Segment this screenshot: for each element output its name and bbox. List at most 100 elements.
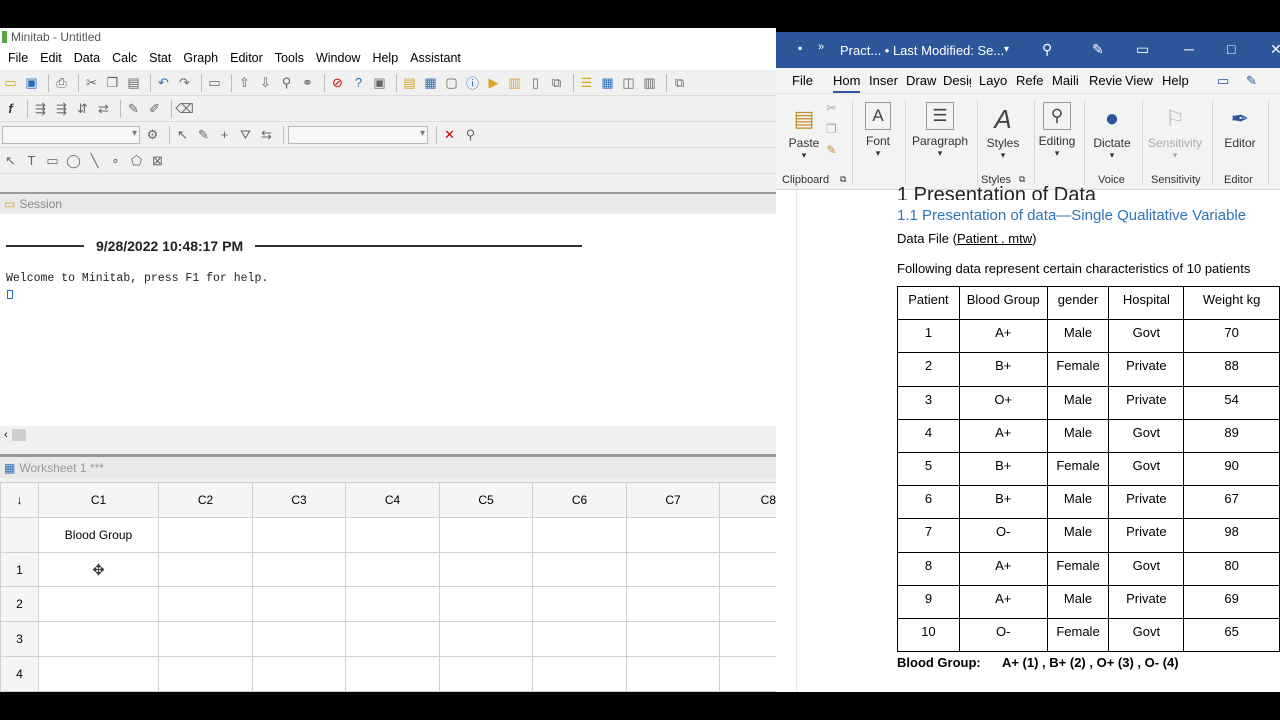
open-icon[interactable]: ▭ xyxy=(2,74,19,91)
worksheet-cell[interactable] xyxy=(626,621,720,658)
tab-view[interactable]: View xyxy=(1125,73,1153,88)
insert-rows-icon[interactable]: ⇶ xyxy=(53,100,70,117)
new-sheet-icon[interactable]: ▯ xyxy=(527,74,544,91)
col-name-c7[interactable] xyxy=(626,516,720,553)
menu-edit[interactable]: Edit xyxy=(40,51,62,65)
worksheet-cell[interactable] xyxy=(38,621,159,658)
worksheet-cell[interactable] xyxy=(345,621,440,658)
worksheet-cell[interactable] xyxy=(252,656,346,692)
col-name-c6[interactable] xyxy=(532,516,627,553)
tab-review[interactable]: Revie xyxy=(1089,73,1122,88)
help-icon[interactable]: ? xyxy=(350,74,367,91)
worksheet-cell[interactable] xyxy=(345,656,440,692)
edit-last-dialog-icon[interactable]: ▭ xyxy=(206,74,223,91)
minimize-icon[interactable]: ─ xyxy=(1184,41,1194,57)
worksheet-cell[interactable] xyxy=(345,551,440,588)
quick-access-chevron-icon[interactable]: » xyxy=(818,41,824,53)
layout-icon[interactable]: ☰ xyxy=(578,74,595,91)
menu-editor[interactable]: Editor xyxy=(230,51,263,65)
worksheet-cell[interactable] xyxy=(626,586,720,623)
tile-icon[interactable]: ▦ xyxy=(599,74,616,91)
tab-insert[interactable]: Inser xyxy=(869,73,898,88)
col-name-c8[interactable] xyxy=(719,516,776,553)
col-header-c6[interactable]: C6 xyxy=(532,482,627,518)
format-painter-icon[interactable]: ✎ xyxy=(826,140,837,161)
paste-icon[interactable]: ▤ xyxy=(125,74,142,91)
col-header-c8[interactable]: C8 xyxy=(719,482,776,518)
insert-cells-icon[interactable]: ⇶ xyxy=(32,100,49,117)
col-name-c2[interactable] xyxy=(158,516,253,553)
eraser-icon[interactable]: ⌫ xyxy=(175,100,193,117)
formula-icon[interactable]: f xyxy=(2,100,19,117)
worksheet-cell[interactable] xyxy=(532,656,627,692)
data-entry-arrow[interactable]: ↓ xyxy=(0,482,39,518)
session-window[interactable]: 9/28/2022 10:48:17 PM Welcome to Minitab… xyxy=(0,214,776,426)
document-page[interactable]: 1 Presentation of Data 1.1 Presentation … xyxy=(796,184,1280,692)
col-header-c3[interactable]: C3 xyxy=(252,482,346,518)
manage-graphs-icon[interactable]: ⧉ xyxy=(548,74,565,91)
cut-icon[interactable]: ✂ xyxy=(83,74,100,91)
row-number[interactable]: 3 xyxy=(0,621,39,658)
report-pad-icon[interactable]: ▥ xyxy=(506,74,523,91)
worksheet-cell[interactable] xyxy=(439,656,533,692)
col-name-c3[interactable] xyxy=(252,516,346,553)
col-header-c1[interactable]: C1 xyxy=(38,482,159,518)
menu-tools[interactable]: Tools xyxy=(275,51,304,65)
up-arrow-icon[interactable]: ⇧ xyxy=(236,74,253,91)
row-number[interactable]: 1 xyxy=(0,551,39,588)
polygon-icon[interactable]: ⬠ xyxy=(128,152,145,169)
worksheet-cell[interactable] xyxy=(439,586,533,623)
worksheet-cell[interactable] xyxy=(345,586,440,623)
col-name-c1[interactable]: Blood Group xyxy=(38,516,159,553)
editing-mode-icon[interactable]: ✎ xyxy=(1246,73,1257,89)
search-icon[interactable]: ⚲ xyxy=(1042,41,1052,58)
close-all-graphs-icon[interactable]: ⧉ xyxy=(671,74,688,91)
row-number[interactable]: 4 xyxy=(0,656,39,692)
worksheet-cell[interactable] xyxy=(719,551,776,588)
cut-icon[interactable]: ✂ xyxy=(826,98,837,119)
pointer-icon[interactable]: ↖ xyxy=(2,152,19,169)
col-header-c5[interactable]: C5 xyxy=(439,482,533,518)
swap-icon[interactable]: ⇆ xyxy=(258,126,275,143)
row-number[interactable]: 2 xyxy=(0,586,39,623)
paragraph-button[interactable]: ☰ Paragraph ▾ xyxy=(910,102,970,159)
worksheet-cell[interactable] xyxy=(158,586,253,623)
tab-draw[interactable]: Draw xyxy=(906,73,936,88)
tab-references[interactable]: Refer xyxy=(1016,73,1044,88)
menu-assistant[interactable]: Assistant xyxy=(410,51,461,65)
scroll-thumb[interactable] xyxy=(11,429,26,441)
worksheet-cell[interactable] xyxy=(158,551,253,588)
session-horizontal-scrollbar[interactable]: ‹ xyxy=(0,426,776,444)
tab-mailings[interactable]: Maili xyxy=(1052,73,1079,88)
info-icon[interactable]: ⓘ xyxy=(464,74,481,91)
tab-file[interactable]: File xyxy=(792,73,813,88)
worksheet-cell[interactable]: ✥ xyxy=(38,551,159,588)
print-icon[interactable]: ⎙ xyxy=(53,74,70,91)
cascade-icon[interactable]: ◫ xyxy=(620,74,637,91)
paste-button[interactable]: ▤ Paste ▾ xyxy=(786,102,822,161)
redo-icon[interactable]: ↷ xyxy=(176,74,193,91)
worksheet-cell[interactable] xyxy=(38,656,159,692)
data-file-link[interactable]: Patient . mtw xyxy=(957,231,1032,246)
history-icon[interactable]: ▶ xyxy=(485,74,502,91)
crosshair-icon[interactable]: + xyxy=(216,126,233,143)
col-header-c2[interactable]: C2 xyxy=(158,482,253,518)
zoom-icon[interactable]: ⚲ xyxy=(462,126,479,143)
menu-file[interactable]: File xyxy=(8,51,28,65)
save-icon[interactable]: ▣ xyxy=(23,74,40,91)
copy-icon[interactable]: ❐ xyxy=(826,119,837,140)
session-header[interactable]: ▭ Session xyxy=(0,192,776,214)
dot-icon[interactable]: ∘ xyxy=(107,152,124,169)
maximize-icon[interactable]: □ xyxy=(1227,41,1235,57)
worksheet-window-icon[interactable]: ▦ xyxy=(422,74,439,91)
worksheet-cell[interactable] xyxy=(532,586,627,623)
rectangle-icon[interactable]: ▭ xyxy=(44,152,61,169)
menu-graph[interactable]: Graph xyxy=(183,51,218,65)
font-button[interactable]: A Font ▾ xyxy=(858,102,898,159)
col-name-c5[interactable] xyxy=(439,516,533,553)
worksheet-header[interactable]: ▦ Worksheet 1 *** xyxy=(0,454,776,478)
worksheet-cell[interactable] xyxy=(158,656,253,692)
tab-home[interactable]: Hom xyxy=(833,73,861,93)
menu-stat[interactable]: Stat xyxy=(149,51,171,65)
designer-pen-icon[interactable]: ✎ xyxy=(1092,41,1104,58)
